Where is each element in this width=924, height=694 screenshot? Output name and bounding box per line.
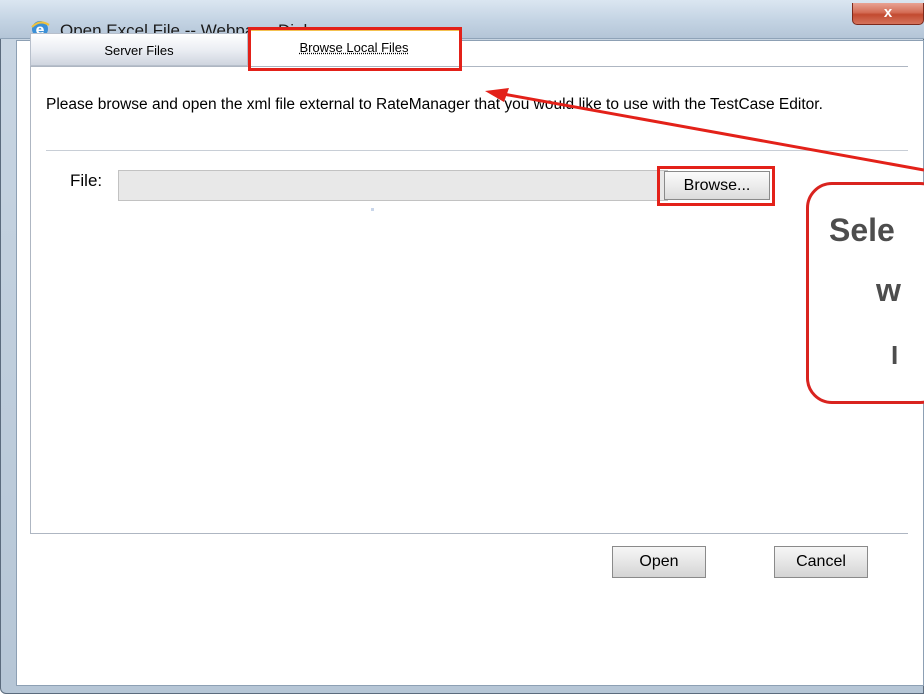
callout-line-3: I — [891, 340, 899, 370]
tab-highlight-box — [248, 27, 462, 71]
tab-label: Server Files — [104, 43, 174, 58]
file-label: File: — [70, 171, 103, 190]
close-button[interactable]: x — [852, 3, 924, 25]
file-path-input[interactable] — [118, 170, 668, 201]
tab-panel — [30, 66, 908, 534]
open-button[interactable]: Open — [612, 546, 706, 578]
instructions-text: Please browse and open the xml file exte… — [46, 96, 823, 113]
cancel-button[interactable]: Cancel — [774, 546, 868, 578]
divider — [46, 150, 908, 151]
close-icon: x — [883, 4, 893, 21]
focus-dot — [371, 208, 374, 211]
tab-server-files[interactable]: Server Files — [30, 33, 248, 66]
callout-line-1: Sele — [829, 212, 895, 248]
browse-highlight-box — [657, 166, 775, 206]
callout-line-2: w — [876, 272, 901, 308]
